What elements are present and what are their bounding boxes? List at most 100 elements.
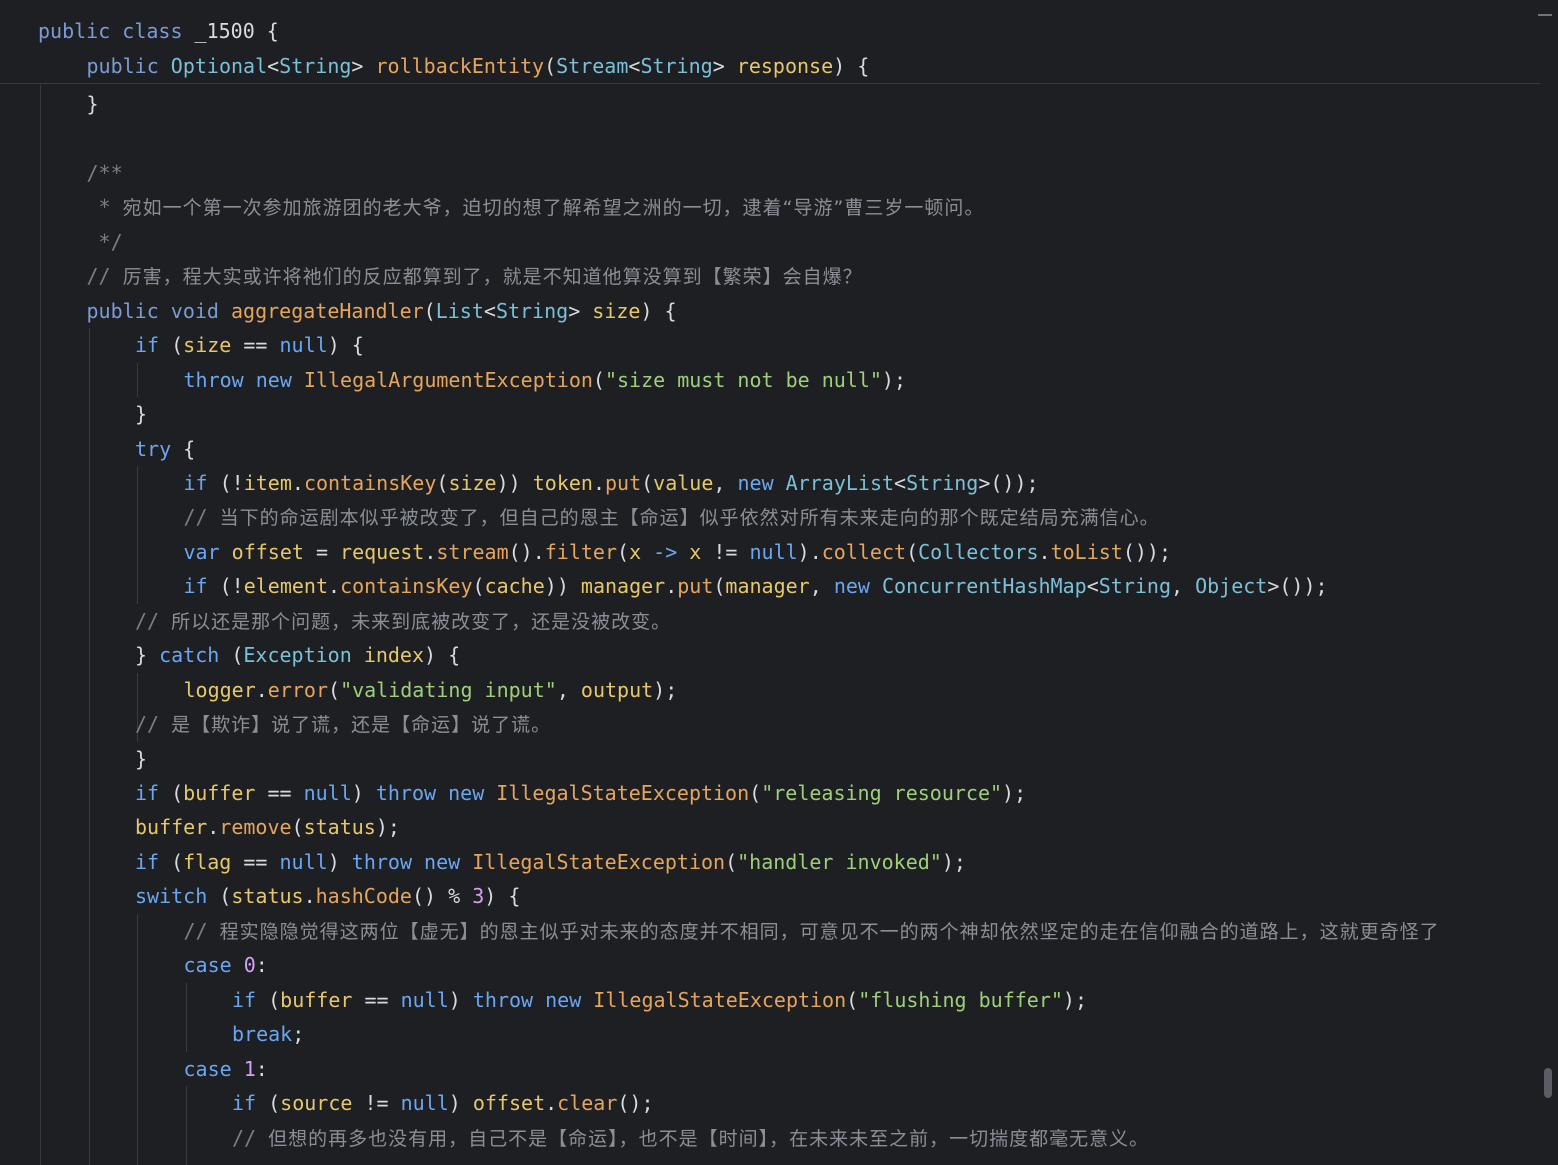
- code-token: Collectors: [918, 539, 1039, 564]
- code-token: 是【欺诈】说了谎，还是【命运】说了谎。: [171, 714, 552, 737]
- code-token: (: [725, 849, 738, 874]
- code-token: new: [448, 781, 497, 805]
- code-token: ==: [255, 781, 304, 805]
- code-token: response: [736, 53, 834, 78]
- code-token: if: [183, 470, 220, 495]
- code-token: (!: [219, 574, 244, 599]
- code-token: .: [1038, 539, 1051, 564]
- code-line[interactable]: case 1:: [184, 1052, 268, 1086]
- code-token: if: [135, 849, 172, 874]
- code-line[interactable]: // 程实隐隐觉得这两位【虚无】的恩主似乎对未来的态度并不相同，可意见不一的两个…: [184, 914, 1440, 948]
- code-line[interactable]: if (buffer == null) throw new IllegalSta…: [232, 983, 1087, 1017]
- code-token: ConcurrentHashMap: [881, 574, 1087, 599]
- code-line[interactable]: public Optional<String> rollbackEntity(S…: [87, 49, 870, 83]
- code-line[interactable]: public class _1500 {: [38, 14, 279, 48]
- code-token: ) {: [833, 53, 870, 78]
- code-token: //: [135, 608, 172, 633]
- code-line[interactable]: /**: [87, 156, 123, 190]
- code-editor[interactable]: public class _1500 {public Optional<Stri…: [0, 0, 1558, 1165]
- code-line[interactable]: if (flag == null) throw new IllegalState…: [135, 845, 966, 879]
- code-token: _1500: [194, 19, 267, 43]
- code-token: <: [894, 470, 907, 495]
- scrollbar-thumb[interactable]: [1544, 1068, 1552, 1098]
- code-token: )): [544, 574, 581, 599]
- code-line[interactable]: * 宛如一个第一次参加旅游团的老大爷，迫切的想了解希望之洲的一切，逮着“导游”曹…: [87, 190, 985, 224]
- code-token: (: [617, 539, 630, 564]
- code-line[interactable]: if (buffer == null) throw new IllegalSta…: [135, 776, 1026, 810]
- code-token: );: [941, 849, 966, 874]
- code-token: "size must not be null": [604, 367, 882, 392]
- code-token: ) {: [640, 298, 677, 323]
- code-token: (: [171, 849, 184, 874]
- code-token: !=: [352, 1091, 401, 1116]
- code-line[interactable]: buffer.remove(status);: [135, 810, 400, 844]
- code-line[interactable]: break;: [232, 1017, 304, 1051]
- code-token: put: [677, 574, 714, 599]
- code-token: (: [423, 298, 436, 323]
- code-line[interactable]: switch (status.hashCode() % 3) {: [135, 879, 520, 913]
- code-token: =: [303, 539, 341, 564]
- code-token: ) {: [424, 643, 461, 668]
- code-token: ): [448, 1091, 473, 1116]
- code-token: value: [653, 470, 714, 495]
- code-line[interactable]: try {: [135, 432, 195, 466]
- indent-guide: [185, 1086, 187, 1165]
- code-line[interactable]: logger.error("validating input", output)…: [184, 673, 678, 707]
- sticky-line[interactable]: public Optional<String> rollbackEntity(S…: [0, 48, 1540, 84]
- code-line[interactable]: if (source != null) offset.clear();: [232, 1086, 654, 1120]
- code-token: :: [255, 1056, 268, 1081]
- code-token: 宛如一个第一次参加旅游团的老大爷，迫切的想了解希望之洲的一切，逮着“导游”曹三岁…: [122, 197, 985, 220]
- code-token: filter: [544, 539, 618, 564]
- sticky-line[interactable]: public class _1500 {: [0, 14, 1540, 48]
- code-line[interactable]: } catch (Exception index) {: [135, 638, 460, 672]
- code-token: status: [303, 815, 376, 840]
- code-line[interactable]: if (size == null) {: [135, 328, 364, 362]
- code-token: null: [303, 781, 352, 805]
- code-line[interactable]: */: [87, 225, 123, 259]
- code-line[interactable]: }: [135, 742, 147, 776]
- code-token: (: [436, 470, 449, 495]
- code-token: 0: [243, 953, 256, 978]
- code-token: new: [737, 470, 786, 495]
- code-token: flag: [183, 849, 232, 874]
- vertical-scrollbar[interactable]: [1544, 0, 1556, 1165]
- code-token: error: [267, 677, 329, 702]
- code-token: );: [1062, 987, 1087, 1012]
- code-line[interactable]: }: [135, 397, 147, 431]
- code-token: index: [363, 643, 425, 668]
- code-token: 3: [472, 884, 485, 909]
- code-token: .: [592, 470, 605, 495]
- code-line[interactable]: // 所以还是那个问题，未来到底被改变了，还是没被改变。: [135, 604, 671, 638]
- code-line[interactable]: // 但想的再多也没有用，自己不是【命运】，也不是【时间】，在未来未至之前，一切…: [232, 1121, 1149, 1155]
- code-line[interactable]: throw new IllegalArgumentException("size…: [184, 363, 907, 397]
- code-line[interactable]: public void aggregateHandler(List<String…: [87, 294, 677, 328]
- code-token: ) {: [484, 884, 521, 909]
- code-token: 当下的命运剧本似乎被改变了，但自己的恩主【命运】似乎依然对所有未来走向的那个既定…: [219, 507, 1160, 530]
- code-token: status: [231, 884, 304, 909]
- code-line[interactable]: if (!element.containsKey(cache)) manager…: [184, 569, 1328, 603]
- code-token: size: [183, 333, 232, 358]
- code-token: throw: [375, 781, 449, 805]
- code-token: //: [183, 505, 220, 530]
- code-token: x: [689, 539, 702, 564]
- code-token: ,: [1170, 574, 1196, 599]
- code-token: (: [171, 333, 184, 358]
- code-token: >: [351, 53, 376, 78]
- code-token: {: [183, 436, 196, 461]
- code-token: void: [170, 298, 232, 323]
- code-token: new: [545, 987, 594, 1012]
- code-token: public: [86, 298, 171, 323]
- code-line[interactable]: // 是【欺诈】说了谎，还是【命运】说了谎。: [135, 707, 551, 741]
- code-token: (: [268, 987, 281, 1012]
- code-token: buffer: [135, 815, 208, 840]
- code-token: );: [881, 367, 906, 392]
- code-line[interactable]: }: [87, 87, 99, 121]
- code-token: ());: [1122, 539, 1171, 564]
- code-token: .: [328, 574, 341, 599]
- code-line[interactable]: // 当下的命运剧本似乎被改变了，但自己的恩主【命运】似乎依然对所有未来走向的那…: [184, 500, 1160, 534]
- code-line[interactable]: case 0:: [184, 948, 268, 982]
- code-line[interactable]: if (!item.containsKey(size)) token.put(v…: [184, 466, 1039, 500]
- code-line[interactable]: var offset = request.stream().filter(x -…: [184, 535, 1172, 569]
- code-token: if: [135, 781, 172, 805]
- code-line[interactable]: // 厉害，程大实或许将祂们的反应都算到了，就是不知道他算没算到【繁荣】会自爆？: [87, 259, 863, 293]
